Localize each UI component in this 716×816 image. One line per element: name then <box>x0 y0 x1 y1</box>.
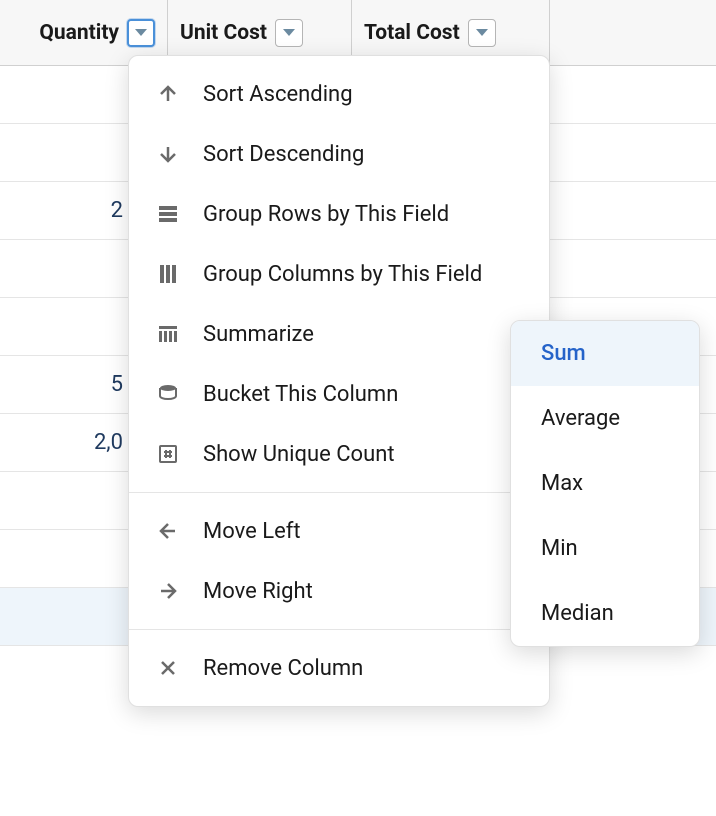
close-icon <box>155 655 181 681</box>
bucket-icon <box>155 381 181 407</box>
chevron-down-icon <box>476 29 488 36</box>
submenu-average[interactable]: Average <box>511 386 699 451</box>
summarize-submenu: Sum Average Max Min Median <box>510 320 700 647</box>
menu-group-rows[interactable]: Group Rows by This Field <box>129 184 549 244</box>
menu-bucket-column[interactable]: Bucket This Column <box>129 364 549 424</box>
column-label: Quantity <box>39 21 119 45</box>
arrow-left-icon <box>155 518 181 544</box>
menu-sort-descending[interactable]: Sort Descending <box>129 124 549 184</box>
rows-icon <box>155 201 181 227</box>
column-context-menu: Sort Ascending Sort Descending Group Row… <box>128 55 550 707</box>
chevron-down-icon <box>283 29 295 36</box>
submenu-min[interactable]: Min <box>511 516 699 581</box>
menu-label: Show Unique Count <box>203 442 395 467</box>
columns-icon <box>155 261 181 287</box>
menu-summarize[interactable]: Summarize <box>129 304 549 364</box>
menu-label: Group Columns by This Field <box>203 262 482 287</box>
menu-remove-column[interactable]: Remove Column <box>129 638 549 698</box>
total-cost-dropdown-button[interactable] <box>468 19 496 47</box>
menu-move-left[interactable]: Move Left <box>129 501 549 561</box>
column-label: Unit Cost <box>180 21 267 45</box>
menu-label: Move Left <box>203 519 301 544</box>
arrow-up-icon <box>155 81 181 107</box>
menu-sort-ascending[interactable]: Sort Ascending <box>129 64 549 124</box>
menu-unique-count[interactable]: Show Unique Count <box>129 424 549 484</box>
menu-label: Move Right <box>203 579 313 604</box>
hash-icon <box>155 441 181 467</box>
menu-label: Sort Descending <box>203 142 364 167</box>
menu-label: Remove Column <box>203 656 363 681</box>
menu-label: Summarize <box>203 322 314 347</box>
menu-label: Sort Ascending <box>203 82 353 107</box>
summarize-icon <box>155 321 181 347</box>
menu-move-right[interactable]: Move Right <box>129 561 549 621</box>
arrow-down-icon <box>155 141 181 167</box>
submenu-median[interactable]: Median <box>511 581 699 646</box>
submenu-sum[interactable]: Sum <box>511 321 699 386</box>
menu-group-columns[interactable]: Group Columns by This Field <box>129 244 549 304</box>
arrow-right-icon <box>155 578 181 604</box>
quantity-dropdown-button[interactable] <box>127 19 155 47</box>
column-label: Total Cost <box>364 21 460 45</box>
submenu-max[interactable]: Max <box>511 451 699 516</box>
menu-label: Bucket This Column <box>203 382 398 407</box>
menu-label: Group Rows by This Field <box>203 202 449 227</box>
unit-cost-dropdown-button[interactable] <box>275 19 303 47</box>
chevron-down-icon <box>135 29 147 36</box>
